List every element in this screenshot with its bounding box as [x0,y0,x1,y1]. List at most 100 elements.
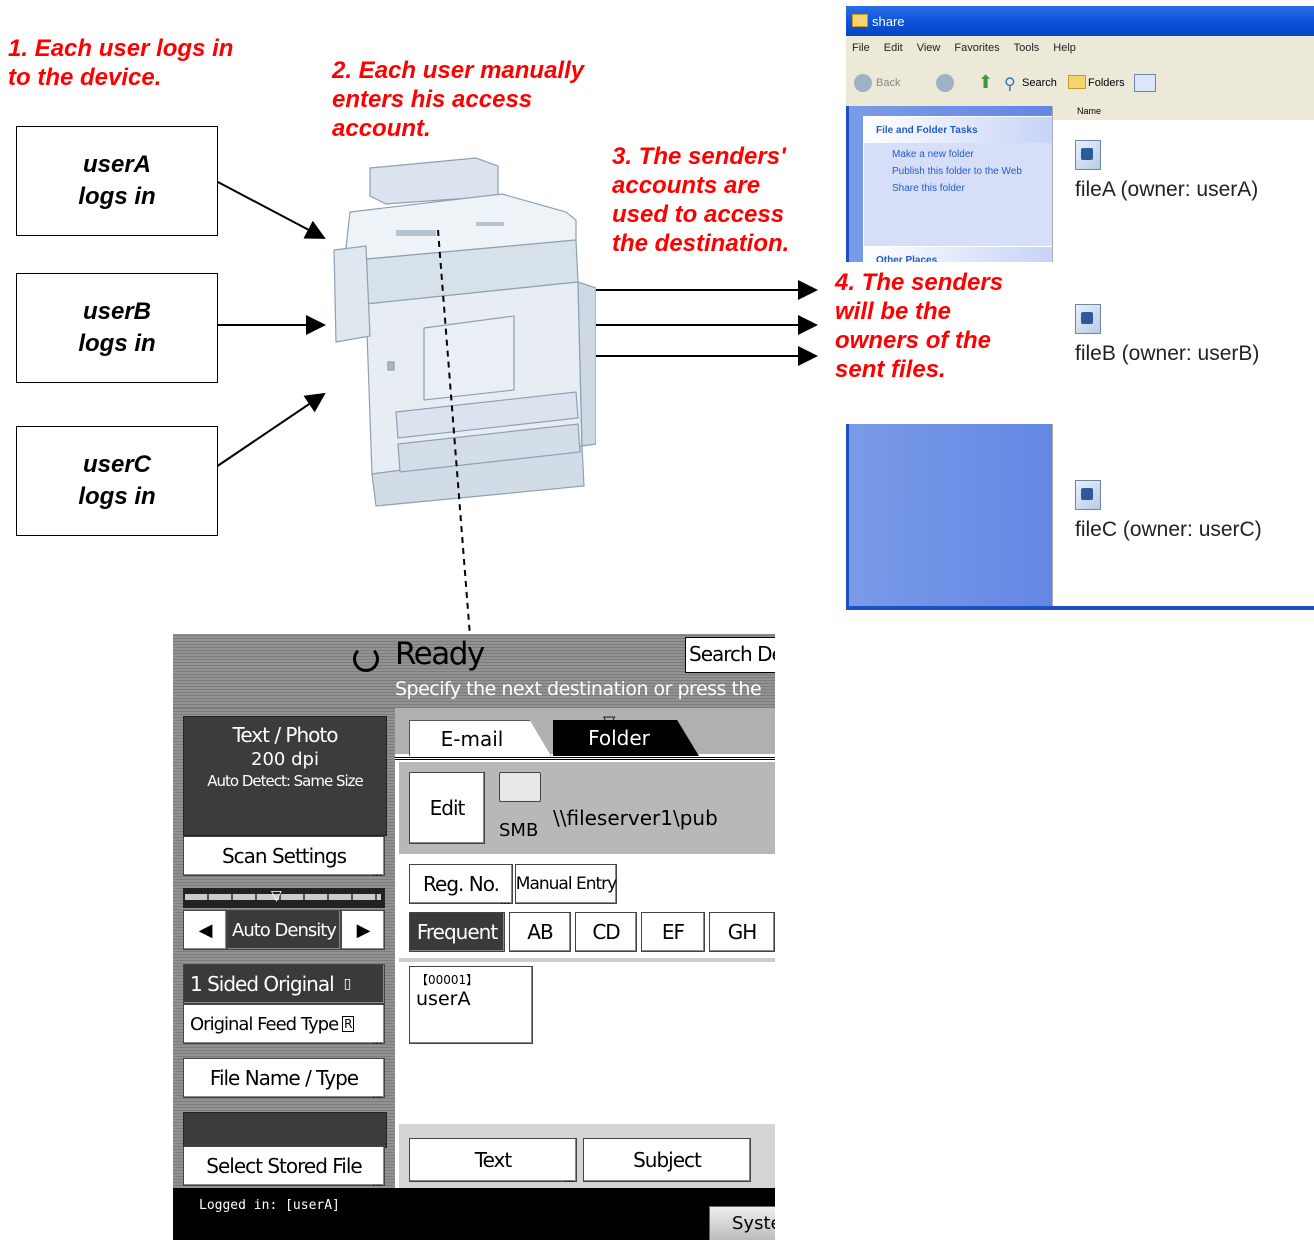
mfp-control-panel: Ready Search De Specify the next destina… [173,634,775,1240]
index-tab-ab[interactable]: AB [509,912,571,952]
original-feed-type-button[interactable]: Original Feed Type R [183,1004,385,1047]
edit-destination-button[interactable]: Edit [409,772,485,844]
subject-button[interactable]: Subject [583,1138,751,1182]
task-share[interactable]: Share this folder [892,183,1054,194]
file-item-c[interactable]: fileC (owner: userC) [1075,480,1262,542]
explorer-file-list: Name fileA (owner: userA) fileB (owner: … [1052,106,1314,610]
manual-entry-button[interactable]: Manual Entry [515,864,617,904]
user-box-c: userC logs in [16,426,218,536]
density-indicator-icon: ▽ [271,888,282,904]
explorer-bottom-border [846,606,1314,610]
scan-mode-display: Text / Photo 200 dpi Auto Detect: Same S… [183,716,387,836]
folder-icon [499,772,541,802]
destination-entry-usera[interactable]: 【00001】 userA [409,966,533,1044]
forward-icon[interactable] [936,74,954,92]
step-4-text: 4. The senders will be the owners of the… [835,269,1004,383]
protocol-label: SMB [499,820,539,841]
file-item-b[interactable]: fileB (owner: userB) [1075,304,1259,366]
select-stored-file-button[interactable]: Select Stored File [183,1146,385,1189]
menu-favorites[interactable]: Favorites [954,42,999,54]
tab-folder[interactable]: Folder [553,720,699,756]
auto-density-button[interactable]: Auto Density [227,910,341,950]
user-box-label: userC logs in [78,451,156,510]
one-sided-icon: ▯ [343,976,352,992]
file-icon [1075,140,1101,170]
feed-orientation-icon: R [342,1016,354,1032]
tab-email[interactable]: E-mail [409,720,551,756]
file-label: fileA (owner: userA) [1075,178,1259,201]
file-label: fileB (owner: userB) [1075,342,1260,365]
system-status-button[interactable]: System [709,1206,775,1240]
ready-icon [353,646,379,672]
file-name-type-button[interactable]: File Name / Type [183,1058,385,1101]
step-4-box: 4. The senders will be the owners of the… [833,262,1055,424]
menu-help[interactable]: Help [1053,42,1076,54]
text-button[interactable]: Text [409,1138,577,1185]
folders-label[interactable]: Folders [1088,77,1125,89]
sided-label: 1 Sided Original [190,972,335,996]
stored-file-display [183,1112,387,1148]
folder-icon [852,14,868,27]
step-1-text: 1. Each user logs in to the device. [8,35,234,91]
search-destination-button[interactable]: Search De [685,637,775,673]
menu-edit[interactable]: Edit [884,42,903,54]
selected-tab-indicator-icon: ▽ [603,712,616,731]
index-tab-ef[interactable]: EF [641,912,705,952]
index-tab-cd[interactable]: CD [575,912,637,952]
index-tab-frequent[interactable]: Frequent [409,912,505,952]
user-box-b: userB logs in [16,273,218,383]
user-box-a: userA logs in [16,126,218,236]
destination-path: \\fileserver1\pub [553,806,718,830]
file-folder-tasks-panel: File and Folder Tasks Make a new folder … [863,116,1055,252]
scan-mode: Text / Photo [232,723,339,747]
back-icon[interactable] [854,74,872,92]
user-box-label: userA logs in [78,151,156,210]
menu-file[interactable]: File [852,42,870,54]
size-mode: Auto Detect: Same Size [207,772,364,790]
entry-id: 【00001】 [416,973,479,987]
explorer-menubar: File Edit View Favorites Tools Help [846,36,1314,62]
feed-type-label: Original Feed Type [190,1013,339,1035]
step-2-text: 2. Each user manually enters his access … [332,57,585,142]
dashed-link [437,230,471,636]
file-label: fileC (owner: userC) [1075,518,1262,541]
search-icon[interactable]: ⚲ [1004,74,1016,94]
explorer-title: share [872,14,905,29]
menu-tools[interactable]: Tools [1014,42,1040,54]
panel-header: Ready Search De Specify the next destina… [173,634,775,708]
task-new-folder[interactable]: Make a new folder [892,149,1054,160]
index-tab-gh[interactable]: GH [709,912,775,952]
logged-in-user: Logged in: [userA] [199,1198,340,1213]
folders-icon[interactable] [1068,75,1086,89]
settings-column: Text / Photo 200 dpi Auto Detect: Same S… [173,708,395,1240]
destination-area: E-mail Folder ▽ Edit SMB \\fileserver1\p… [395,708,775,1240]
reg-no-button[interactable]: Reg. No. [409,864,513,907]
step-3-text: 3. The senders' accounts are used to acc… [612,143,790,257]
file-icon [1075,480,1101,510]
up-folder-icon[interactable]: ⬆ [978,72,993,93]
column-header-name[interactable]: Name [1053,106,1314,120]
explorer-toolbar: Back ⬆ ⚲ Search Folders [846,62,1314,107]
instruction-text: Specify the next destination or press th… [395,678,762,700]
density-decrease-button[interactable]: ◀ [183,910,227,950]
scan-settings-button[interactable]: Scan Settings [183,836,385,879]
file-item-a[interactable]: fileA (owner: userA) [1075,140,1258,202]
menu-view[interactable]: View [917,42,941,54]
back-label: Back [876,77,901,89]
density-scale: ▽ [183,888,385,908]
file-icon [1075,304,1101,334]
resolution: 200 dpi [251,749,319,770]
user-box-label: userB logs in [78,298,156,357]
arrow-userC [215,392,326,468]
panel-title[interactable]: File and Folder Tasks [864,117,1054,143]
task-publish[interactable]: Publish this folder to the Web [892,166,1054,177]
status-ready: Ready [395,636,485,672]
sided-original-button[interactable]: 1 Sided Original ▯ [183,964,385,1004]
density-increase-button[interactable]: ▶ [341,910,385,950]
views-icon[interactable] [1134,74,1156,92]
arrow-userA [215,180,326,239]
status-bar: Logged in: [userA] System [173,1188,775,1240]
search-label[interactable]: Search [1022,77,1057,89]
entry-name: userA [416,988,471,1010]
explorer-titlebar: share [846,6,1314,36]
